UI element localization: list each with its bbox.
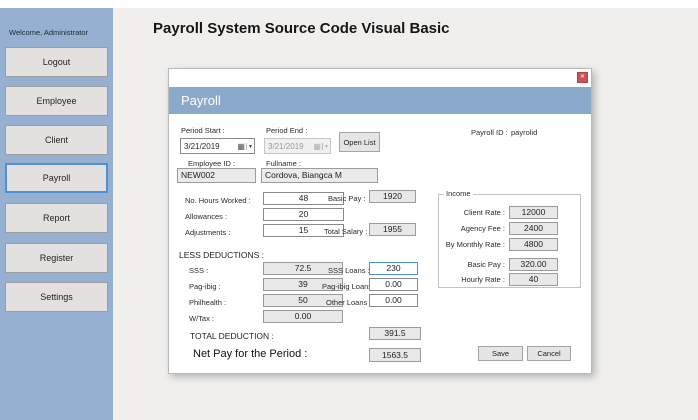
fullname-field[interactable]: Cordova, Biangca M xyxy=(261,168,378,183)
period-end-label: Period End : xyxy=(266,126,307,135)
employee-id-field[interactable]: NEW002 xyxy=(177,168,256,183)
employee-id-label: Employee ID : xyxy=(188,159,235,168)
sidebar-item-payroll[interactable]: Payroll xyxy=(5,163,108,193)
less-deductions-heading: LESS DEDUCTIONS : xyxy=(179,250,264,260)
sidebar-item-client[interactable]: Client xyxy=(5,125,108,155)
income-basic-pay-label: Basic Pay : xyxy=(440,260,505,269)
chevron-down-icon[interactable]: ▾ xyxy=(246,143,254,150)
payroll-dialog: ✕ Payroll Period Start : 3/21/2019 ▦ ▾ P… xyxy=(168,68,592,374)
other-loans-label: Other Loans : xyxy=(326,298,371,307)
philhealth-label: Philhealth : xyxy=(189,298,226,307)
client-rate-field: 12000 xyxy=(509,206,558,219)
total-salary-label: Total Salary : xyxy=(324,227,367,236)
open-list-button[interactable]: Open List xyxy=(339,132,380,152)
period-end-value: 3/21/2019 xyxy=(265,142,312,151)
sidebar-item-logout[interactable]: Logout xyxy=(5,47,108,77)
total-salary-field: 1955 xyxy=(369,223,416,236)
welcome-text: Welcome, Administrator xyxy=(9,28,88,37)
hours-worked-label: No. Hours Worked : xyxy=(185,196,251,205)
chevron-down-icon: ▾ xyxy=(322,143,330,150)
calendar-icon: ▦ xyxy=(312,142,322,151)
adjustments-label: Adjustments : xyxy=(185,228,230,237)
sidebar: Welcome, Administrator Logout Employee C… xyxy=(0,8,113,420)
period-start-value: 3/21/2019 xyxy=(181,142,236,151)
pagibig-label: Pag-ibig : xyxy=(189,282,221,291)
close-icon[interactable]: ✕ xyxy=(577,72,588,83)
calendar-icon: ▦ xyxy=(236,142,246,151)
fullname-label: Fullname : xyxy=(266,159,301,168)
basic-pay-field: 1920 xyxy=(369,190,416,203)
top-strip xyxy=(0,0,698,8)
basic-pay-label: Basic Pay : xyxy=(328,194,366,203)
agency-fee-field: 2400 xyxy=(509,222,558,235)
sss-loans-label: SSS Loans : xyxy=(328,266,370,275)
period-start-label: Period Start : xyxy=(181,126,225,135)
net-pay-field: 1563.5 xyxy=(369,348,421,362)
allowances-label: Allowances : xyxy=(185,212,227,221)
cancel-button[interactable]: Cancel xyxy=(527,346,571,361)
hourly-rate-label: Hourly Rate : xyxy=(440,275,505,284)
period-end-picker: 3/21/2019 ▦ ▾ xyxy=(264,138,331,154)
payroll-id-label: Payroll ID : xyxy=(471,128,508,137)
pagibig-loans-field[interactable]: 0.00 xyxy=(369,278,418,291)
sidebar-item-report[interactable]: Report xyxy=(5,203,108,233)
total-deduction-label: TOTAL DEDUCTION : xyxy=(190,331,274,341)
sss-loans-field[interactable]: 230 xyxy=(369,262,418,275)
monthly-rate-field: 4800 xyxy=(509,238,558,251)
agency-fee-label: Agency Fee : xyxy=(440,224,505,233)
sss-label: SSS : xyxy=(189,266,208,275)
other-loans-field[interactable]: 0.00 xyxy=(369,294,418,307)
page-title: Payroll System Source Code Visual Basic xyxy=(153,20,450,37)
allowances-field[interactable]: 20 xyxy=(263,208,344,221)
wtax-label: W/Tax : xyxy=(189,314,214,323)
income-basic-pay-field: 320.00 xyxy=(509,258,558,271)
save-button[interactable]: Save xyxy=(478,346,523,361)
client-rate-label: Client Rate : xyxy=(440,208,505,217)
payroll-id-value: payrolid xyxy=(511,128,537,137)
dialog-header: Payroll xyxy=(169,87,591,114)
net-pay-label: Net Pay for the Period : xyxy=(193,348,307,360)
wtax-field: 0.00 xyxy=(263,310,343,323)
income-group-label: Income xyxy=(444,189,473,198)
period-start-picker[interactable]: 3/21/2019 ▦ ▾ xyxy=(180,138,255,154)
sidebar-item-employee[interactable]: Employee xyxy=(5,86,108,116)
sidebar-item-settings[interactable]: Settings xyxy=(5,282,108,312)
sidebar-item-register[interactable]: Register xyxy=(5,243,108,273)
total-deduction-field: 391.5 xyxy=(369,327,421,340)
dialog-title: Payroll xyxy=(181,87,221,114)
dialog-titlebar: ✕ xyxy=(169,69,591,87)
hourly-rate-field: 40 xyxy=(509,273,558,286)
monthly-rate-label: By Monthly Rate : xyxy=(440,240,505,249)
